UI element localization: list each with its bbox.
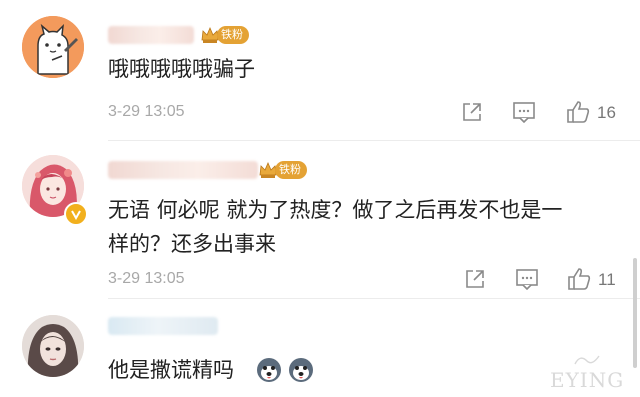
comment-1: 铁粉 哦哦哦哦哦骗子 3-29 13:05 16 bbox=[0, 0, 640, 140]
husky-emoji-icon bbox=[257, 358, 281, 382]
username-blurred[interactable] bbox=[108, 161, 258, 179]
fan-badge-label: 铁粉 bbox=[275, 161, 307, 179]
fan-badge: 铁粉 bbox=[258, 159, 307, 181]
comment-icon[interactable] bbox=[512, 101, 536, 123]
comment-time: 3-29 13:05 bbox=[108, 103, 185, 120]
girl-portrait-avatar-icon bbox=[22, 315, 84, 377]
like-count: 16 bbox=[597, 103, 616, 122]
watermark-logo: EYING bbox=[544, 352, 634, 392]
like-icon[interactable] bbox=[565, 99, 591, 125]
username-blurred[interactable] bbox=[108, 317, 218, 335]
like-icon[interactable] bbox=[566, 266, 592, 292]
cat-avatar-icon bbox=[22, 16, 84, 78]
share-icon[interactable] bbox=[461, 101, 483, 123]
husky-emoji-icon bbox=[289, 358, 313, 382]
comment-text-line-1: 无语 何必呢 就为了热度？做了之后再发不也是一 bbox=[108, 198, 563, 222]
verified-badge-icon bbox=[64, 202, 88, 226]
avatar[interactable] bbox=[22, 315, 84, 377]
comment-text-line-2: 样的？还多出事来 bbox=[108, 232, 276, 256]
comment-icon[interactable] bbox=[515, 268, 539, 290]
like-count: 11 bbox=[598, 270, 616, 289]
comment-2: 铁粉 无语 何必呢 就为了热度？做了之后再发不也是一 样的？还多出事来 3-29… bbox=[0, 141, 640, 297]
username-blurred[interactable] bbox=[108, 26, 194, 44]
comment-time: 3-29 13:05 bbox=[108, 270, 185, 287]
comment-text: 他是撒谎精吗 bbox=[108, 358, 234, 382]
fan-badge: 铁粉 bbox=[200, 24, 249, 46]
fan-badge-label: 铁粉 bbox=[217, 26, 249, 44]
watermark-text: EYING bbox=[550, 368, 625, 392]
share-icon[interactable] bbox=[464, 268, 486, 290]
comment-text: 哦哦哦哦哦骗子 bbox=[108, 57, 255, 81]
avatar[interactable] bbox=[22, 16, 84, 78]
